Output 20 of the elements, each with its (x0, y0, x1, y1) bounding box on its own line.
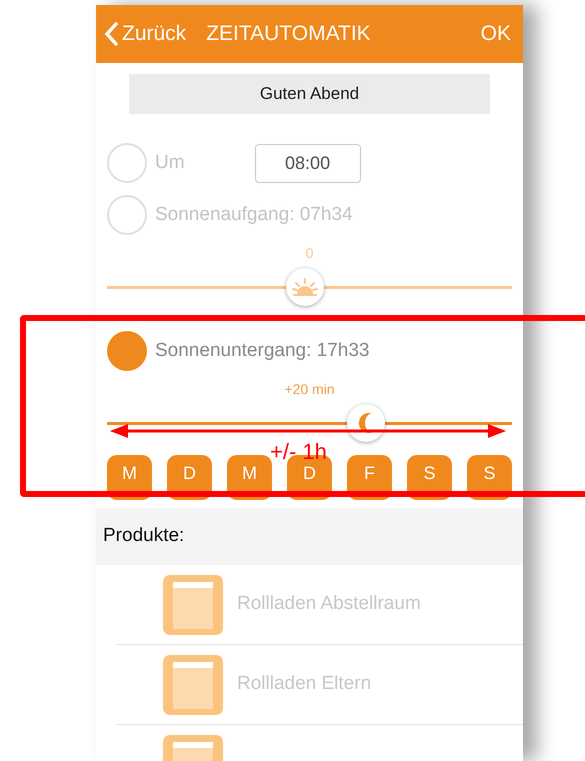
section-title: Produkte: (103, 524, 184, 548)
slider-thumb[interactable] (347, 404, 386, 442)
chevron-left-icon (104, 22, 118, 46)
option-label: Sonnenaufgang: 07h34 (155, 202, 353, 227)
option-label: Sonnenuntergang: 17h33 (155, 338, 370, 363)
ok-button[interactable]: OK (480, 18, 511, 50)
time-field[interactable]: 08:00 (254, 144, 361, 182)
offset-value: 0 (306, 244, 314, 263)
shutter-icon (163, 574, 223, 634)
shutter-icon (163, 654, 223, 714)
back-button[interactable]: Zurück (104, 18, 186, 50)
radio-button[interactable] (107, 143, 147, 183)
screen-title: ZEITAUTOMATIK (206, 21, 371, 48)
sunrise-icon (292, 278, 318, 296)
radio-button[interactable] (107, 195, 147, 235)
option-label: Um (155, 150, 185, 175)
radio-button[interactable] (107, 331, 147, 371)
offset-value: +20 min (284, 380, 335, 399)
slider-thumb[interactable] (286, 268, 324, 306)
greeting-banner: Guten Abend (129, 74, 490, 114)
